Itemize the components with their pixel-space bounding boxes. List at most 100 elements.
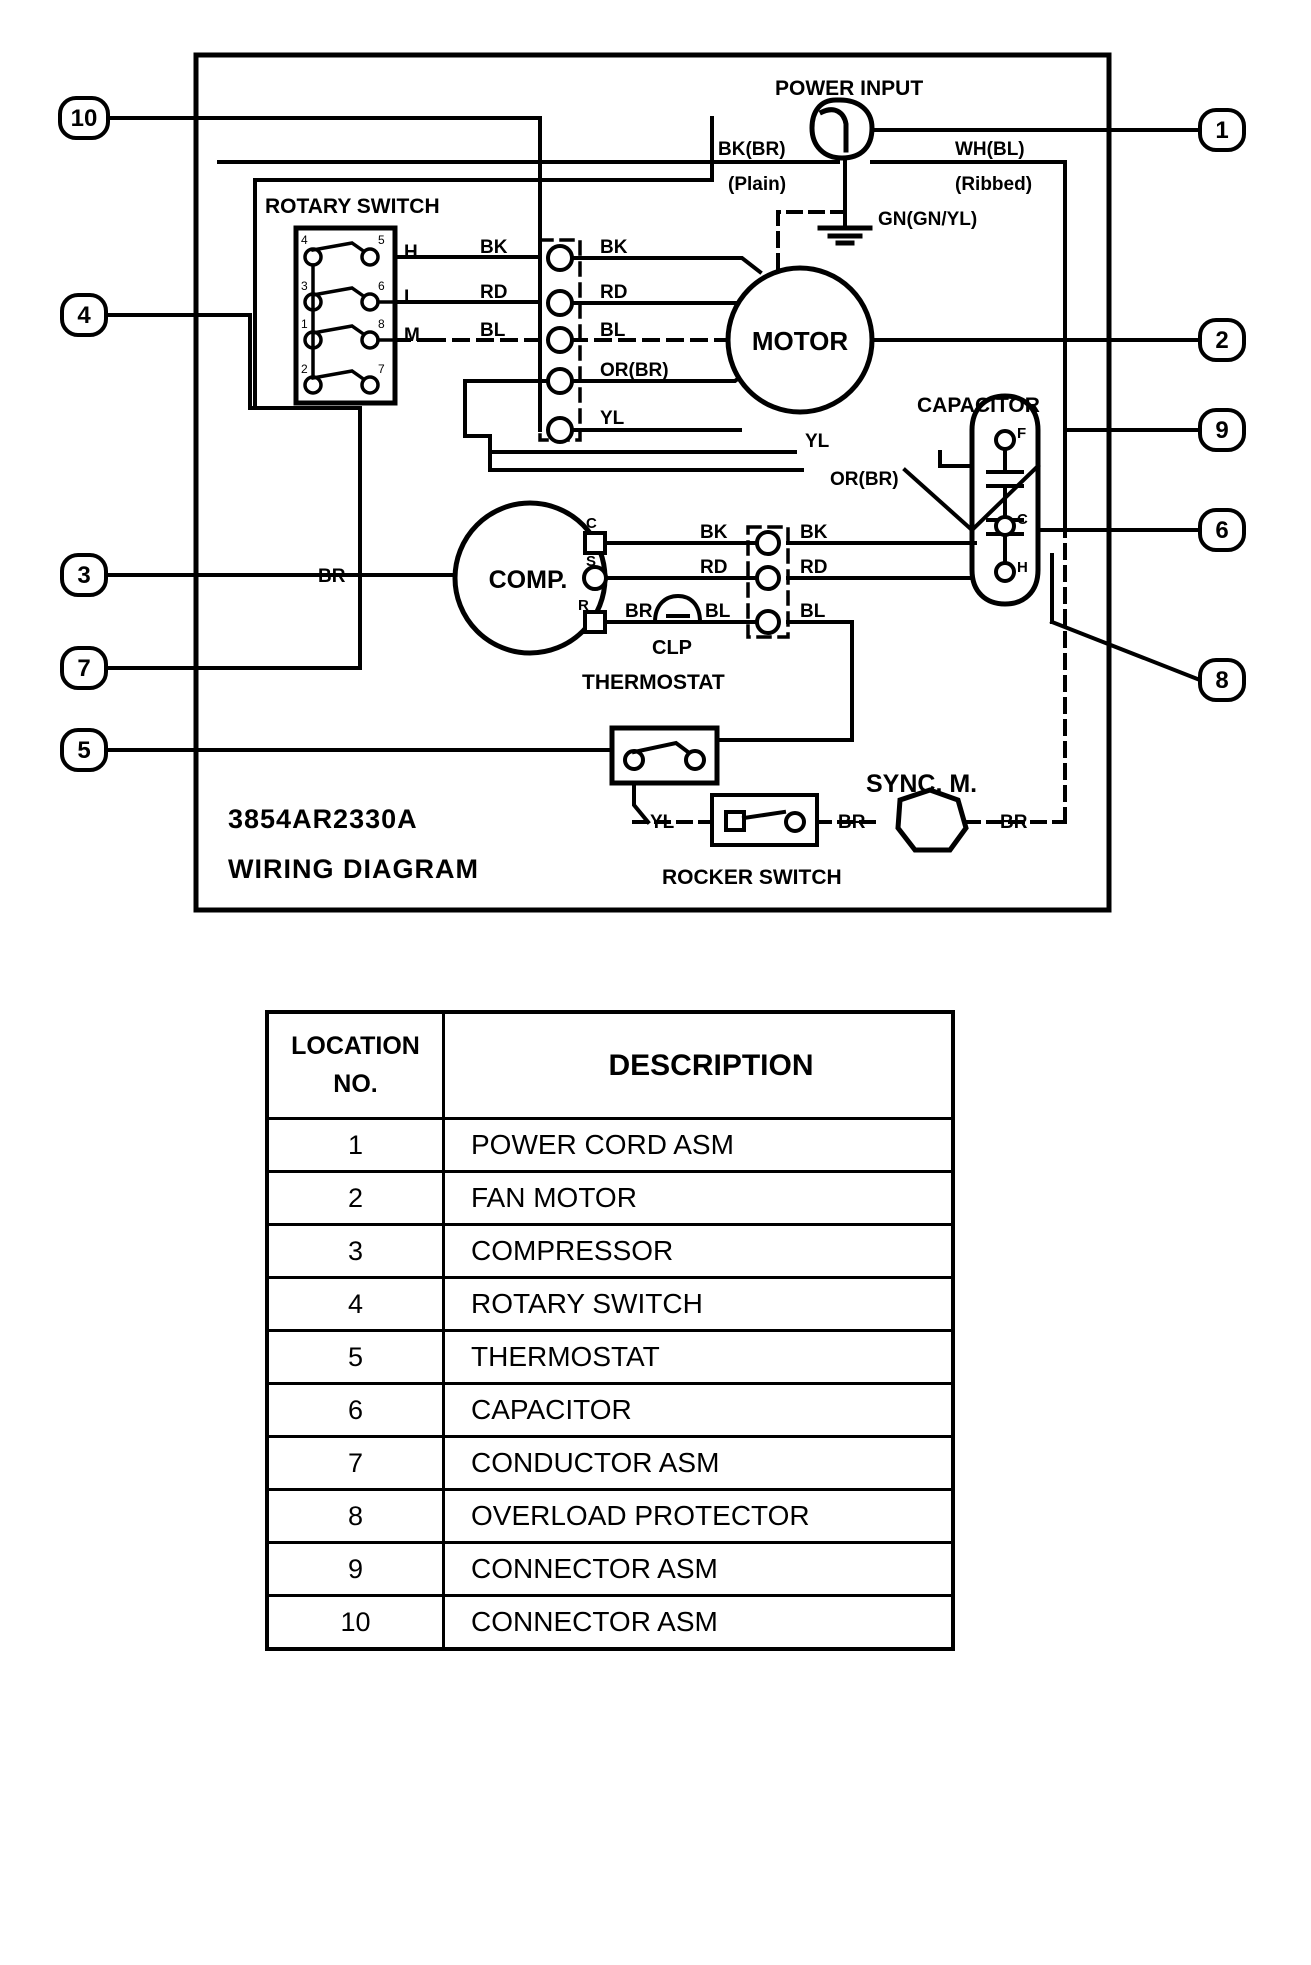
power-input-plug xyxy=(809,97,875,161)
ground-symbol xyxy=(817,225,873,246)
wire-callout4-bus xyxy=(98,313,362,410)
label-conn-bk: BK xyxy=(600,237,628,258)
sw-contact-8: 8 xyxy=(378,317,385,331)
label-cap-or: OR(BR) xyxy=(830,469,899,490)
label-sync-br-left: BR xyxy=(838,812,866,833)
compressor-terminals xyxy=(582,531,608,634)
clp-label: CLP xyxy=(652,637,692,659)
sw-contact-3: 3 xyxy=(301,279,308,293)
label-comp-br: BR xyxy=(625,601,653,622)
label-line-bk-sub: (Plain) xyxy=(728,174,786,195)
legend-table-container: LOCATION NO. DESCRIPTION 1 POWER CORD AS… xyxy=(265,1010,955,1651)
legend-header-description: DESCRIPTION xyxy=(442,1010,955,1120)
callout-label-10: 10 xyxy=(71,105,98,132)
legend-cell-no: 8 xyxy=(265,1488,445,1544)
callout-label-8: 8 xyxy=(1215,667,1228,694)
legend-row: 1 POWER CORD ASM xyxy=(265,1117,955,1173)
sw-contact-7: 7 xyxy=(378,362,385,376)
callout-label-4: 4 xyxy=(77,302,91,329)
sw-contact-6: 6 xyxy=(378,279,385,293)
legend-header-row: LOCATION NO. DESCRIPTION xyxy=(265,1010,955,1120)
legend-cell-description: CONNECTOR ASM xyxy=(442,1541,955,1597)
legend-row: 6 CAPACITOR xyxy=(265,1382,955,1438)
legend-cell-no: 4 xyxy=(265,1276,445,1332)
callout-label-9: 9 xyxy=(1215,417,1228,444)
label-comp-terminal-r: R xyxy=(578,597,589,614)
leader-8 xyxy=(1049,619,1203,683)
legend-header-location: LOCATION NO. xyxy=(265,1010,445,1120)
label-comp-bl2: BL xyxy=(800,601,826,622)
motor-label: MOTOR xyxy=(752,326,849,356)
label-comp-terminal-s: S xyxy=(586,553,596,570)
legend-row: 8 OVERLOAD PROTECTOR xyxy=(265,1488,955,1544)
legend-cell-no: 10 xyxy=(265,1594,445,1651)
legend-cell-description: FAN MOTOR xyxy=(442,1170,955,1226)
legend-row: 3 COMPRESSOR xyxy=(265,1223,955,1279)
wiring-diagram-svg: 10 1 4 2 9 3 6 7 8 5 POWER INPUT ROTARY … xyxy=(58,52,1246,913)
label-comp-bl: BL xyxy=(705,601,731,622)
label-conn-bl: BL xyxy=(600,320,626,341)
label-thermo-yl: YL xyxy=(650,812,675,833)
wire-thermo-down xyxy=(632,781,651,825)
wire-callout7-bus xyxy=(98,408,362,670)
label-cap-terminal-h: H xyxy=(1017,559,1028,576)
callout-label-3: 3 xyxy=(77,562,90,589)
diagram-model-number: 3854AR2330A xyxy=(228,804,418,834)
sync-motor-symbol xyxy=(895,787,969,853)
clp-overload-symbol xyxy=(652,593,703,624)
legend-cell-no: 7 xyxy=(265,1435,445,1491)
legend-cell-no: 3 xyxy=(265,1223,445,1279)
sync-motor-label: SYNC. M. xyxy=(866,770,977,798)
power-input-label: POWER INPUT xyxy=(775,77,923,100)
callout-label-7: 7 xyxy=(77,655,90,682)
label-line-wh: WH(BL) xyxy=(955,139,1025,160)
wire-cap-or-cross xyxy=(902,467,975,533)
connector-8-pins xyxy=(755,530,781,635)
legend-cell-description: COMPRESSOR xyxy=(442,1223,955,1279)
label-sw-bl: BL xyxy=(480,320,506,341)
legend-cell-description: CONNECTOR ASM xyxy=(442,1594,955,1651)
label-conn-or: OR(BR) xyxy=(600,360,669,381)
wire-thermo-right xyxy=(716,678,854,742)
label-switch-H: H xyxy=(404,242,418,263)
label-cap-terminal-f: F xyxy=(1017,425,1026,442)
legend-cell-description: ROTARY SWITCH xyxy=(442,1276,955,1332)
diagram-title: WIRING DIAGRAM xyxy=(228,854,479,884)
wire-conn-BK-motor xyxy=(570,256,763,275)
legend-row: 2 FAN MOTOR xyxy=(265,1170,955,1226)
sw-contact-4: 4 xyxy=(301,233,308,247)
sw-contact-5: 5 xyxy=(378,233,385,247)
legend-cell-description: CONDUCTOR ASM xyxy=(442,1435,955,1491)
legend-row: 5 THERMOSTAT xyxy=(265,1329,955,1385)
thermostat-label: THERMOSTAT xyxy=(582,671,725,694)
wire-OR-loop xyxy=(463,379,492,438)
label-sync-br-right: BR xyxy=(1000,812,1028,833)
label-ground: GN(GN/YL) xyxy=(878,209,977,230)
wire-conn8-BL xyxy=(786,620,854,682)
legend-cell-description: THERMOSTAT xyxy=(442,1329,955,1385)
legend-cell-no: 1 xyxy=(265,1117,445,1173)
legend-table: LOCATION NO. DESCRIPTION 1 POWER CORD AS… xyxy=(265,1010,955,1651)
callout-label-5: 5 xyxy=(77,737,90,764)
legend-cell-no: 6 xyxy=(265,1382,445,1438)
label-conn-yl: YL xyxy=(600,408,625,429)
label-line-wh-sub: (Ribbed) xyxy=(955,174,1032,195)
legend-row: 10 CONNECTOR ASM xyxy=(265,1594,955,1651)
sw-contact-1: 1 xyxy=(301,317,308,331)
rotary-switch-label: ROTARY SWITCH xyxy=(265,195,440,218)
label-cap-terminal-c: C xyxy=(1017,511,1028,528)
legend-cell-no: 5 xyxy=(265,1329,445,1385)
label-comp-terminal-c: C xyxy=(586,515,597,532)
callout-label-1: 1 xyxy=(1215,117,1228,144)
label-comp-bk: BK xyxy=(700,522,728,543)
legend-cell-no: 9 xyxy=(265,1541,445,1597)
callout-label-2: 2 xyxy=(1215,327,1228,354)
legend-header-location-line2: NO. xyxy=(333,1069,378,1098)
callout-label-6: 6 xyxy=(1215,517,1228,544)
legend-header-location-line1: LOCATION xyxy=(291,1032,420,1060)
label-conn-rd: RD xyxy=(600,282,627,303)
legend-cell-description: POWER CORD ASM xyxy=(442,1117,955,1173)
connector-9-pins xyxy=(546,244,574,444)
sw-contact-2: 2 xyxy=(301,362,308,376)
label-comp-bk2: BK xyxy=(800,522,828,543)
